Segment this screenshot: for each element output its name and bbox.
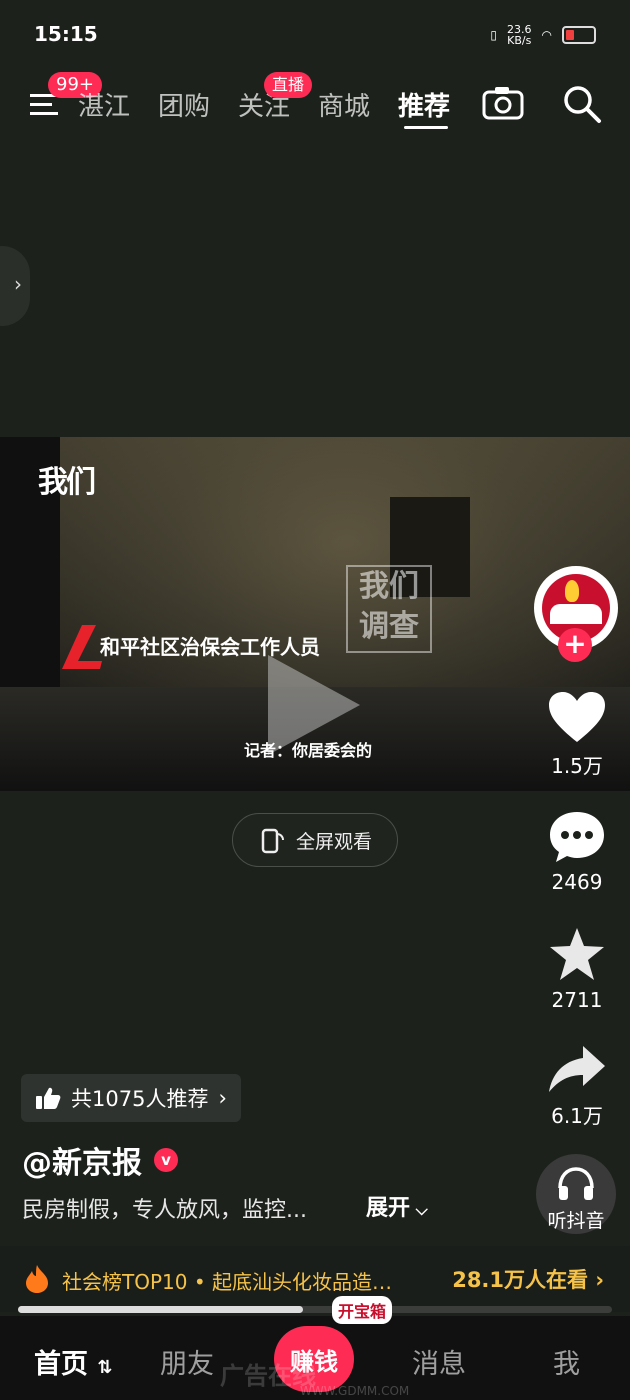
investigation-stamp: 我们调查 xyxy=(346,565,432,653)
tab-home[interactable]: 首页 ⇅ xyxy=(34,1342,113,1381)
tab-recommend[interactable]: 推荐 xyxy=(398,86,450,123)
recommend-chip[interactable]: 共1075人推荐 › xyxy=(21,1074,241,1122)
status-icons: ▯ 23.6 KB/s ◠ xyxy=(490,22,596,48)
comment-count: 2469 xyxy=(551,870,603,894)
recommend-text: 共1075人推荐 xyxy=(71,1087,209,1111)
thumbs-up-icon xyxy=(36,1087,61,1109)
tab-group-buy[interactable]: 团购 xyxy=(158,86,210,123)
video-description: 民房制假，专人放风，监控... xyxy=(22,1198,307,1223)
headphones-icon xyxy=(558,1167,594,1200)
favorite-count: 2711 xyxy=(551,988,603,1012)
avatar-flame xyxy=(565,580,579,602)
vibrate-icon: ▯ xyxy=(490,28,498,42)
watermark-url: WWW.GDMM.COM xyxy=(300,1384,410,1398)
hot-list-bar[interactable]: 社会榜TOP10 • 起底汕头化妆品造… 28.1万人在看 › xyxy=(0,1246,630,1312)
share-count: 6.1万 xyxy=(551,1104,603,1128)
tab-zhanjiang[interactable]: 湛江 xyxy=(78,86,130,123)
chevron-right-icon: › xyxy=(218,1086,227,1110)
like-button[interactable]: 1.5万 xyxy=(540,690,614,779)
hot-viewers: 28.1万人在看 › xyxy=(452,1268,604,1292)
verified-badge-icon: v xyxy=(154,1148,178,1172)
like-count: 1.5万 xyxy=(551,754,603,778)
wifi-icon: ◠ xyxy=(541,28,552,42)
rotate-screen-icon xyxy=(261,828,284,854)
fullscreen-label: 全屏观看 xyxy=(295,830,372,853)
treasure-chest-badge[interactable]: 开宝箱 xyxy=(332,1296,393,1324)
network-speed: 23.6 KB/s xyxy=(507,23,532,47)
comment-icon xyxy=(550,812,604,862)
expand-description-button[interactable]: 展开 ⌵ xyxy=(366,1190,428,1222)
expand-label: 展开 xyxy=(366,1196,411,1221)
heart-icon xyxy=(549,692,605,742)
progress-fill xyxy=(18,1306,304,1313)
battery-icon xyxy=(562,26,596,44)
share-button[interactable]: 6.1万 xyxy=(540,1044,614,1129)
hot-list-text: 社会榜TOP10 • 起底汕头化妆品造… xyxy=(62,1270,392,1294)
tab-friends[interactable]: 朋友 xyxy=(160,1342,214,1381)
share-arrow-icon xyxy=(549,1046,605,1092)
chevron-right-icon: › xyxy=(14,272,22,296)
tab-me[interactable]: 我 xyxy=(553,1342,580,1381)
listen-label: 听抖音 xyxy=(547,1210,605,1232)
top-navigation: 99+ 湛江 团购 关注 直播 商城 推荐 xyxy=(0,70,630,140)
live-badge: 直播 xyxy=(264,72,313,98)
favorite-button[interactable]: 2711 xyxy=(540,926,614,1012)
author-name[interactable]: @新京报 xyxy=(22,1138,142,1182)
video-subtitle: 记者：你居委会的 xyxy=(244,741,373,760)
tab-messages[interactable]: 消息 xyxy=(412,1342,466,1381)
active-tab-indicator xyxy=(404,126,448,129)
author-row[interactable]: @新京报 v xyxy=(22,1138,178,1182)
fullscreen-button[interactable]: 全屏观看 xyxy=(232,813,398,867)
star-icon xyxy=(550,928,604,980)
follow-button[interactable]: + xyxy=(558,628,592,662)
chevron-down-icon: ⌵ xyxy=(410,1200,428,1219)
avatar-building xyxy=(550,604,602,624)
comment-button[interactable]: 2469 xyxy=(540,810,614,894)
brand-logo: 我们 xyxy=(38,465,96,500)
video-progress-bar[interactable] xyxy=(18,1306,612,1313)
bottom-tab-bar: 首页 ⇅ 朋友 赚钱 开宝箱 消息 我 广告在线 WWW.GDMM.COM xyxy=(0,1296,630,1400)
tab-mall[interactable]: 商城 xyxy=(318,86,370,123)
side-panel-handle[interactable]: › xyxy=(0,246,30,326)
swap-icon: ⇅ xyxy=(97,1357,113,1378)
search-icon[interactable] xyxy=(562,84,602,128)
fire-icon xyxy=(26,1265,48,1293)
status-time: 15:15 xyxy=(34,22,98,46)
caption-mark-icon xyxy=(62,625,102,669)
camera-icon[interactable] xyxy=(482,86,524,124)
